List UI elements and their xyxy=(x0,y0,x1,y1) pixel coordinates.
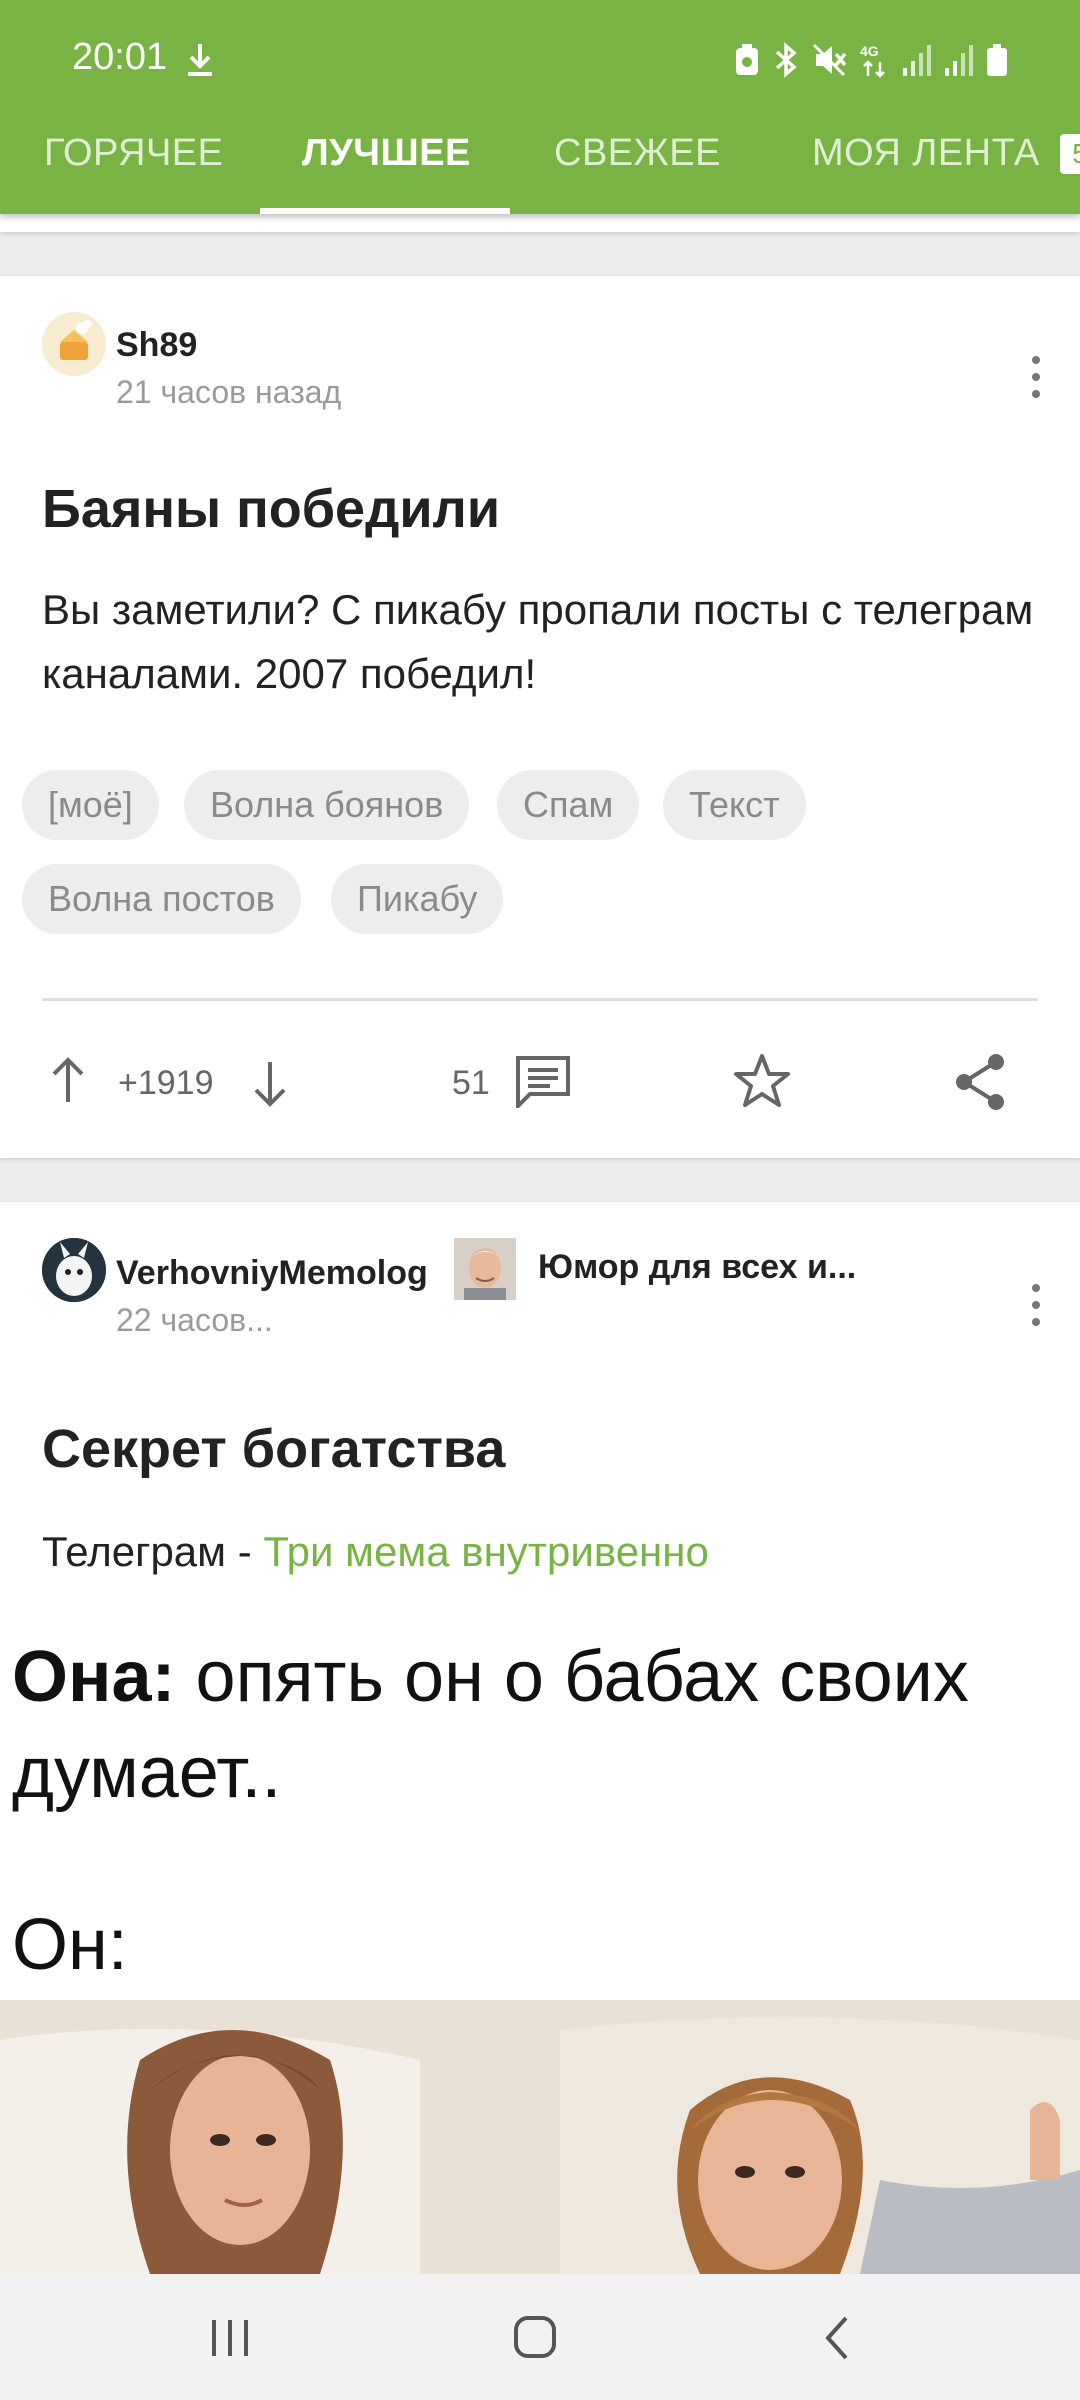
share-icon[interactable] xyxy=(952,1052,1008,1117)
comment-count: 51 xyxy=(452,1064,490,1102)
battery-icon xyxy=(986,43,1008,82)
star-icon[interactable] xyxy=(732,1052,792,1115)
feed-tabs: ГОРЯЧЕЕ ЛУЧШЕЕ СВЕЖЕЕ МОЯ ЛЕНТА 5 xyxy=(0,120,1080,214)
downvote-icon[interactable] xyxy=(250,1060,290,1113)
author-avatar[interactable] xyxy=(42,312,106,376)
community-name[interactable]: Юмор для всех и... xyxy=(538,1248,856,1287)
author-avatar[interactable] xyxy=(42,1238,106,1302)
meme-caption-line: Она: опять он о бабах своих xyxy=(12,1636,969,1718)
comment-icon[interactable] xyxy=(514,1054,572,1113)
meme-image-text[interactable]: Она: опять он о бабах своих думает.. Он: xyxy=(0,1586,1080,2000)
status-bar: 20:01 4G xyxy=(0,0,1080,120)
post-title[interactable]: Секрет богатства xyxy=(42,1418,505,1480)
bluetooth-icon xyxy=(772,42,800,83)
meme-she-label: Она: xyxy=(12,1637,176,1717)
tag-chip[interactable]: Волна постов xyxy=(22,864,301,934)
meme-caption-line-2: думает.. xyxy=(12,1733,282,1813)
svg-text:4G: 4G xyxy=(860,43,879,59)
post-divider xyxy=(42,998,1038,1001)
post-body-link[interactable]: Три мема внутривенно xyxy=(263,1528,708,1575)
battery-saver-icon xyxy=(734,43,760,82)
home-icon[interactable] xyxy=(512,2314,558,2360)
post-body: Вы заметили? С пикабу пропали посты с те… xyxy=(42,586,1034,697)
status-time: 20:01 xyxy=(72,36,168,78)
tab-fresh[interactable]: СВЕЖЕЕ xyxy=(554,132,721,175)
tag-chip[interactable]: Пикабу xyxy=(331,864,504,934)
mute-icon xyxy=(812,43,848,82)
post-body-prefix: Телеграм - xyxy=(42,1528,264,1575)
tag-chip[interactable]: Текст xyxy=(663,770,806,840)
rating-count: +1919 xyxy=(118,1064,214,1102)
post-time: 21 часов назад xyxy=(116,374,342,410)
community-avatar[interactable] xyxy=(454,1238,516,1300)
more-options-icon[interactable] xyxy=(1026,1284,1046,1334)
meme-she-text: опять он о бабах своих xyxy=(175,1637,969,1717)
tab-my-feed[interactable]: МОЯ ЛЕНТА xyxy=(812,132,1040,175)
system-icons: 4G xyxy=(734,42,1008,83)
system-nav-bar xyxy=(0,2274,1080,2400)
active-tab-indicator xyxy=(260,208,510,214)
network-4g-icon: 4G xyxy=(860,42,890,83)
meme-photo[interactable] xyxy=(0,2000,1080,2274)
post-author[interactable]: VerhovniyMemolog xyxy=(116,1254,428,1293)
meme-he-label: Он: xyxy=(12,1905,128,1985)
post-body: Телеграм - Три мема внутривенно xyxy=(42,1520,1042,1584)
tab-hot[interactable]: ГОРЯЧЕЕ xyxy=(44,132,223,175)
tag-chip[interactable]: [моё] xyxy=(22,770,159,840)
upvote-icon[interactable] xyxy=(48,1056,88,1109)
signal-icon xyxy=(902,44,932,81)
post-time: 22 часов... xyxy=(116,1302,273,1338)
post-title[interactable]: Баяны победили xyxy=(42,478,500,540)
back-icon[interactable] xyxy=(820,2314,856,2362)
post-author[interactable]: Sh89 xyxy=(116,326,197,365)
more-options-icon[interactable] xyxy=(1026,356,1046,406)
my-feed-badge: 5 xyxy=(1060,134,1080,174)
download-icon xyxy=(188,44,212,76)
previous-post-edge xyxy=(0,214,1080,232)
recent-apps-icon[interactable] xyxy=(208,2318,254,2358)
post-card: Sh89 21 часов назад Баяны победили Вы за… xyxy=(0,276,1080,1158)
tag-chip[interactable]: Волна боянов xyxy=(184,770,470,840)
tab-best[interactable]: ЛУЧШЕЕ xyxy=(302,132,471,175)
signal-icon-2 xyxy=(944,44,974,81)
tag-chip[interactable]: Спам xyxy=(497,770,640,840)
app-bar: 20:01 4G ГОРЯЧЕЕ ЛУЧШЕЕ СВЕЖЕЕ МОЯ ЛЕНТА… xyxy=(0,0,1080,214)
